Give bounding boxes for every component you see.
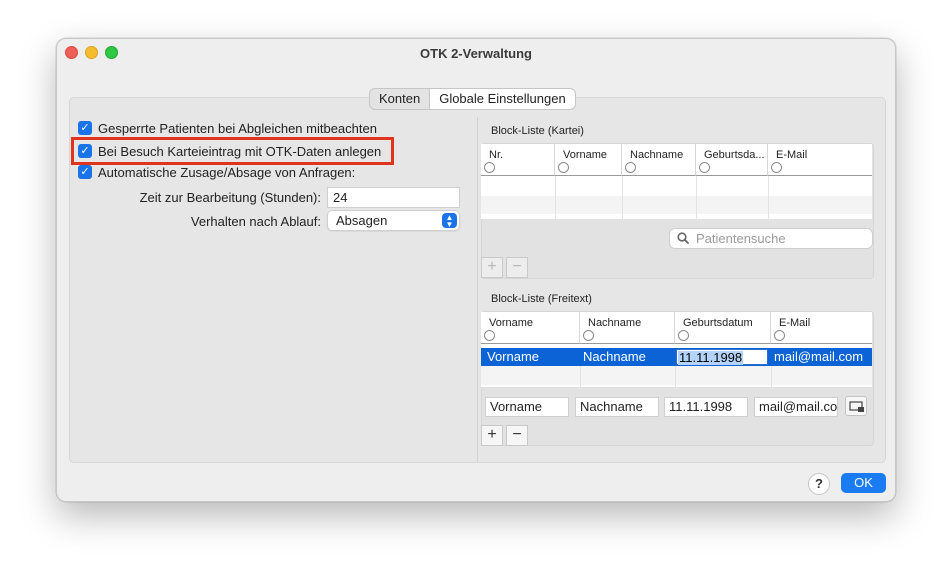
tab-bar: Konten Globale Einstellungen bbox=[369, 88, 576, 110]
radio-icon[interactable] bbox=[484, 330, 495, 341]
cell-email: mail@mail.com bbox=[774, 349, 864, 364]
column-header-label: Nr. bbox=[489, 149, 504, 161]
column-separator bbox=[696, 176, 697, 219]
radio-icon[interactable] bbox=[558, 162, 569, 173]
column-header-vorname[interactable]: Vorname bbox=[555, 144, 622, 176]
column-header-label: Nachname bbox=[630, 149, 684, 161]
kartei-table[interactable]: Nr. Vorname Nachname Geburtsda... E-Mail bbox=[481, 144, 872, 219]
checkbox-row-gesperrte[interactable]: ✓ Gesperrte Patienten bei Abgleichen mit… bbox=[78, 119, 377, 137]
checkbox-auto-zusage[interactable]: ✓ bbox=[78, 165, 92, 179]
time-label: Zeit zur Bearbeitung (Stunden): bbox=[139, 190, 321, 205]
search-placeholder: Patientensuche bbox=[696, 231, 786, 246]
radio-icon[interactable] bbox=[699, 162, 710, 173]
search-icon bbox=[677, 232, 689, 244]
ok-button[interactable]: OK bbox=[841, 473, 886, 493]
cell-vorname: Vorname bbox=[487, 349, 540, 364]
patient-search-input[interactable]: Patientensuche bbox=[669, 228, 873, 249]
column-header-label: Vorname bbox=[489, 317, 534, 329]
freitext-remove-button[interactable]: − bbox=[506, 425, 528, 446]
time-input[interactable]: 24 bbox=[327, 187, 460, 208]
freitext-add-button[interactable]: + bbox=[481, 425, 503, 446]
insert-icon bbox=[849, 401, 864, 412]
window-title: OTK 2-Verwaltung bbox=[420, 45, 532, 61]
freitext-geburtsdatum-input[interactable]: 11.11.1998 bbox=[664, 397, 748, 417]
table-row[interactable] bbox=[481, 366, 872, 385]
checkbox-row-karteieintrag[interactable]: ✓ Bei Besuch Karteieintrag mit OTK-Daten… bbox=[78, 142, 381, 160]
column-header-nr[interactable]: Nr. bbox=[481, 144, 555, 176]
cell-geburtsdatum-editor[interactable]: 11.11.1998 bbox=[676, 349, 768, 365]
checkbox-karteieintrag[interactable]: ✓ bbox=[78, 144, 92, 158]
column-separator bbox=[580, 366, 581, 387]
help-button[interactable]: ? bbox=[808, 473, 830, 495]
column-header-label: Nachname bbox=[588, 317, 642, 329]
column-header-email[interactable]: E-Mail bbox=[771, 312, 872, 344]
radio-icon[interactable] bbox=[625, 162, 636, 173]
radio-icon[interactable] bbox=[771, 162, 782, 173]
after-expiry-label: Verhalten nach Ablauf: bbox=[190, 214, 321, 229]
table-row-selected[interactable]: Vorname Nachname 11.11.1998 mail@mail.co… bbox=[481, 348, 872, 366]
radio-icon[interactable] bbox=[678, 330, 689, 341]
checkbox-row-auto-zusage[interactable]: ✓ Automatische Zusage/Absage von Anfrage… bbox=[78, 163, 355, 181]
checkbox-label: Bei Besuch Karteieintrag mit OTK-Daten a… bbox=[98, 143, 382, 159]
add-to-list-button[interactable] bbox=[845, 396, 867, 416]
radio-icon[interactable] bbox=[484, 162, 495, 173]
column-header-email[interactable]: E-Mail bbox=[768, 144, 872, 176]
column-separator bbox=[675, 366, 676, 387]
column-separator bbox=[768, 176, 769, 219]
column-header-label: Geburtsda... bbox=[704, 149, 765, 161]
freitext-title: Block-Liste (Freitext) bbox=[491, 293, 592, 305]
maximize-window-button[interactable] bbox=[105, 46, 118, 59]
after-expiry-select[interactable]: Absagen ▲ ▼ bbox=[327, 210, 460, 231]
freitext-table[interactable]: Vorname Nachname Geburtsdatum E-Mail Vor… bbox=[481, 312, 872, 387]
kartei-add-button[interactable]: + bbox=[481, 257, 503, 278]
checkbox-label: Gesperrte Patienten bei Abgleichen mitbe… bbox=[98, 120, 377, 136]
kartei-title: Block-Liste (Kartei) bbox=[491, 125, 584, 137]
freitext-email-input[interactable]: mail@mail.co bbox=[754, 397, 838, 417]
cell-geburtsdatum: 11.11.1998 bbox=[678, 350, 744, 365]
close-window-button[interactable] bbox=[65, 46, 78, 59]
minimize-window-button[interactable] bbox=[85, 46, 98, 59]
kartei-remove-button[interactable]: − bbox=[506, 257, 528, 278]
after-expiry-value: Absagen bbox=[336, 213, 388, 228]
cell-nachname: Nachname bbox=[583, 349, 646, 364]
column-header-label: E-Mail bbox=[776, 149, 808, 161]
select-arrows-icon: ▲ ▼ bbox=[442, 213, 457, 228]
column-separator bbox=[555, 176, 556, 219]
table-row[interactable] bbox=[481, 196, 872, 214]
column-divider bbox=[477, 117, 478, 462]
tab-globale-einstellungen[interactable]: Globale Einstellungen bbox=[429, 89, 575, 109]
dialog-window: OTK 2-Verwaltung Konten Globale Einstell… bbox=[56, 38, 896, 502]
radio-icon[interactable] bbox=[583, 330, 594, 341]
column-header-label: Vorname bbox=[563, 149, 608, 161]
freitext-vorname-input[interactable]: Vorname bbox=[485, 397, 569, 417]
freitext-nachname-input[interactable]: Nachname bbox=[575, 397, 659, 417]
checkbox-label: Automatische Zusage/Absage von Anfragen: bbox=[98, 164, 356, 180]
tab-konten[interactable]: Konten bbox=[370, 89, 429, 109]
column-header-vorname[interactable]: Vorname bbox=[481, 312, 580, 344]
column-separator bbox=[622, 176, 623, 219]
column-header-geburtsdatum[interactable]: Geburtsda... bbox=[696, 144, 768, 176]
column-header-label: Geburtsdatum bbox=[683, 317, 753, 329]
radio-icon[interactable] bbox=[774, 330, 785, 341]
title-bar: OTK 2-Verwaltung bbox=[57, 39, 895, 67]
column-header-nachname[interactable]: Nachname bbox=[580, 312, 675, 344]
column-header-geburtsdatum[interactable]: Geburtsdatum bbox=[675, 312, 771, 344]
column-separator bbox=[771, 366, 772, 387]
checkbox-gesperrte-patienten[interactable]: ✓ bbox=[78, 121, 92, 135]
column-header-nachname[interactable]: Nachname bbox=[622, 144, 696, 176]
column-header-label: E-Mail bbox=[779, 317, 811, 329]
